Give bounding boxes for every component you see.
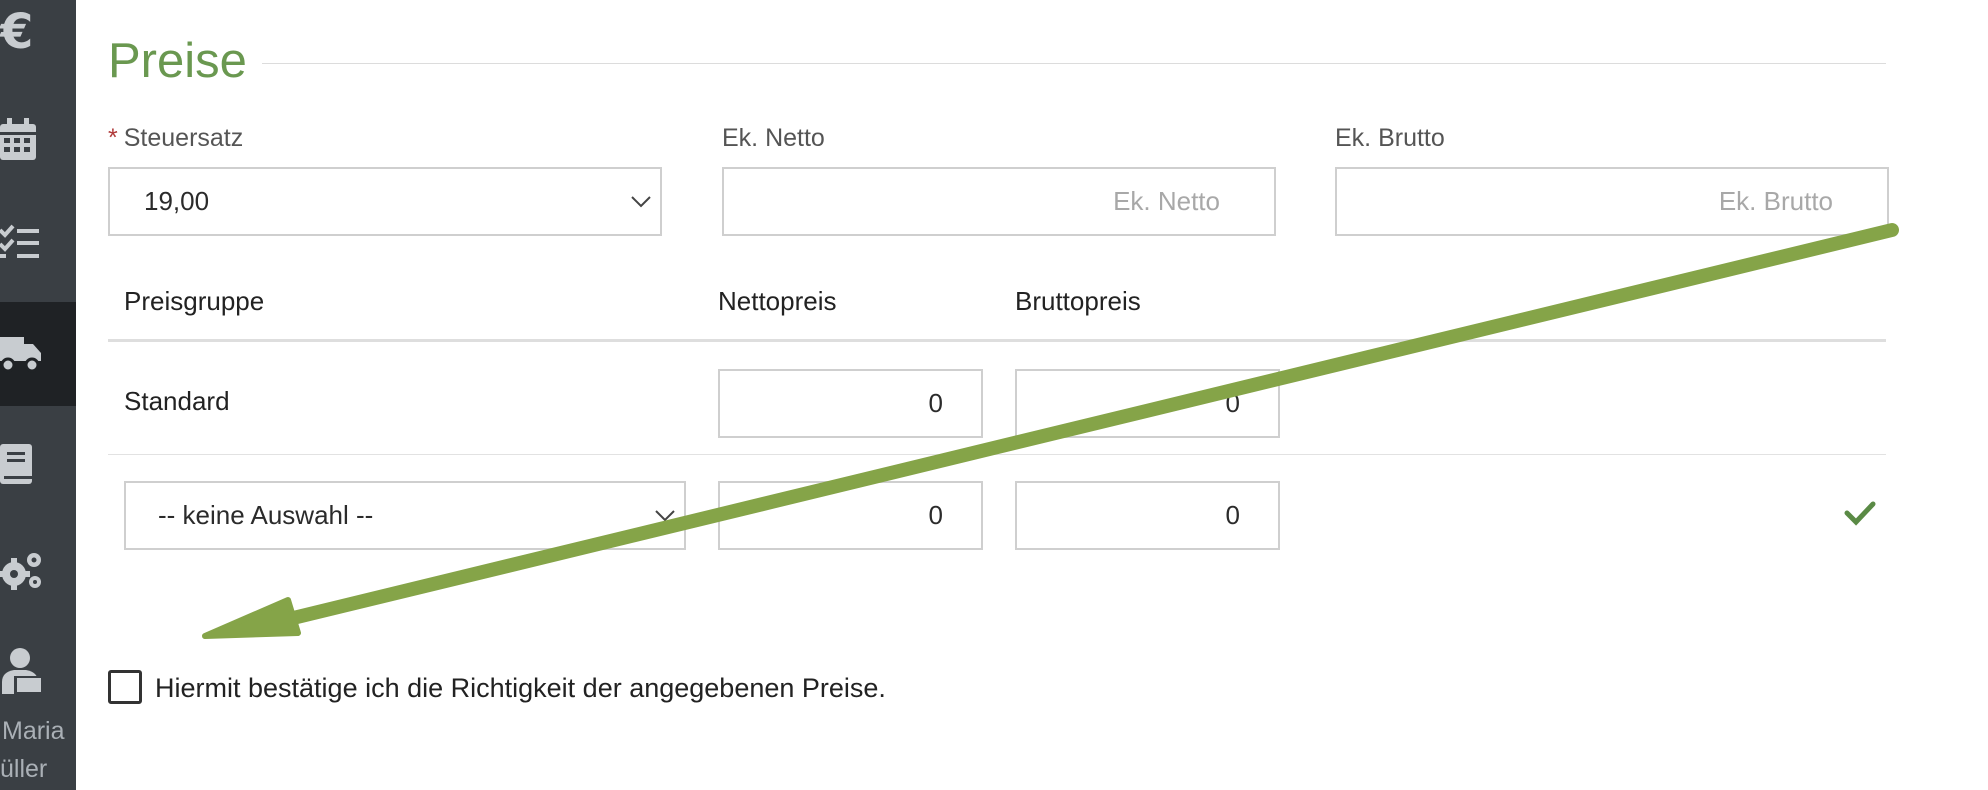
price-group-select[interactable]: -- keine Auswahl -- xyxy=(124,481,686,550)
title-divider xyxy=(262,63,1886,64)
new-brutto-price-input[interactable]: 0 xyxy=(1015,481,1280,550)
brutto-price-value: 0 xyxy=(1225,388,1240,418)
steuersatz-label-text: Steuersatz xyxy=(123,124,244,152)
chevron-down-icon xyxy=(631,195,651,207)
chevron-down-icon xyxy=(655,509,675,521)
header-bruttopreis: Bruttopreis xyxy=(1015,286,1141,316)
sidebar-item-delivery[interactable] xyxy=(0,302,76,406)
price-group-select-value: -- keine Auswahl -- xyxy=(158,500,374,530)
row-divider xyxy=(108,454,1886,455)
new-netto-price-value: 0 xyxy=(928,500,943,530)
sidebar-item-catalog[interactable] xyxy=(0,412,76,516)
netto-price-value: 0 xyxy=(928,388,943,418)
gears-icon xyxy=(0,553,41,590)
sidebar-item-user[interactable] xyxy=(0,620,76,724)
steuersatz-value: 19,00 xyxy=(144,186,210,216)
sidebar: € Maria üller xyxy=(0,0,76,790)
new-netto-price-input[interactable]: 0 xyxy=(718,481,983,550)
table-header-divider xyxy=(108,339,1886,342)
sidebar-item-tasks[interactable] xyxy=(0,190,76,294)
ek-netto-placeholder: Ek. Netto xyxy=(1113,186,1220,216)
ek-netto-label: Ek. Netto xyxy=(722,124,825,152)
annotation-arrow xyxy=(202,223,1899,639)
header-nettopreis: Nettopreis xyxy=(718,286,837,316)
steuersatz-label: * Steuersatz xyxy=(108,124,243,153)
checkmark-icon[interactable] xyxy=(1844,500,1876,526)
sidebar-item-settings[interactable] xyxy=(0,518,76,622)
confirm-label[interactable]: Hiermit bestätige ich die Richtigkeit de… xyxy=(155,673,886,704)
header-preisgruppe: Preisgruppe xyxy=(124,286,265,316)
price-group-name: Standard xyxy=(124,386,230,416)
calendar-icon xyxy=(0,118,36,160)
user-icon xyxy=(2,648,42,694)
sidebar-item-finance[interactable]: € xyxy=(0,0,76,70)
new-brutto-price-value: 0 xyxy=(1225,500,1240,530)
user-name[interactable]: Maria üller xyxy=(0,712,76,788)
user-name-line1: Maria xyxy=(2,717,65,745)
sidebar-item-calendar[interactable] xyxy=(0,88,76,192)
user-name-line2: üller xyxy=(0,755,48,783)
ek-netto-input[interactable]: Ek. Netto xyxy=(722,167,1276,236)
brutto-price-input[interactable]: 0 xyxy=(1015,369,1280,438)
euro-icon: € xyxy=(0,4,34,60)
ek-brutto-label: Ek. Brutto xyxy=(1335,124,1445,152)
ek-brutto-input[interactable]: Ek. Brutto xyxy=(1335,167,1889,236)
truck-icon xyxy=(0,337,41,373)
required-marker: * xyxy=(108,124,118,152)
book-icon xyxy=(0,444,32,484)
ek-brutto-placeholder: Ek. Brutto xyxy=(1718,186,1833,216)
confirm-checkbox[interactable] xyxy=(108,670,142,704)
section-title: Preise xyxy=(108,34,247,88)
netto-price-input[interactable]: 0 xyxy=(718,369,983,438)
steuersatz-select[interactable]: 19,00 xyxy=(108,167,662,236)
checklist-icon xyxy=(0,224,39,258)
